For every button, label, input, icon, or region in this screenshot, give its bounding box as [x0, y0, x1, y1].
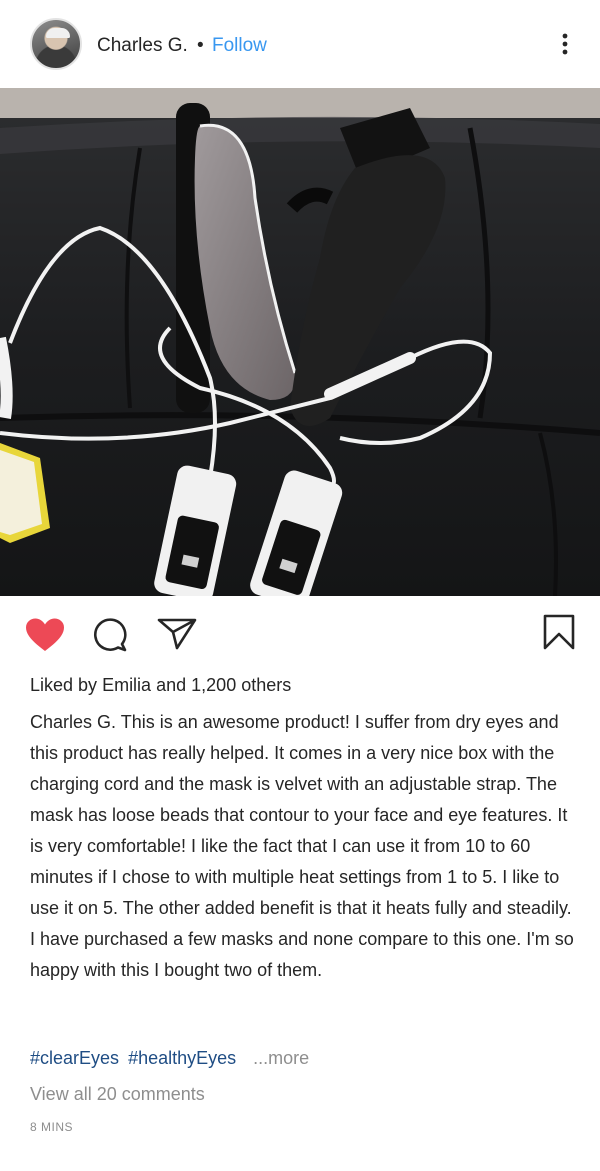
more-vertical-icon[interactable] [555, 32, 575, 56]
action-bar [0, 596, 600, 670]
post-header: Charles G. • Follow [0, 0, 600, 88]
caption-text: This is an awesome product! I suffer fro… [30, 712, 574, 980]
more-link[interactable]: ...more [253, 1048, 309, 1068]
post-photo[interactable] [0, 88, 600, 596]
follow-button[interactable]: Follow [212, 35, 267, 57]
caption: Charles G. This is an awesome product! I… [30, 707, 575, 986]
comment-icon[interactable] [92, 618, 128, 652]
hashtag-link[interactable]: #clearEyes [30, 1048, 119, 1068]
post-card: Charles G. • Follow Liked by Emilia and … [0, 0, 600, 1171]
avatar[interactable] [30, 18, 82, 70]
heart-filled-icon[interactable] [24, 617, 66, 653]
likes-summary: Liked by Emilia and 1,200 others [30, 675, 291, 696]
separator-dot: • [197, 35, 204, 56]
hashtags: #clearEyes #healthyEyes ...more [30, 1048, 309, 1069]
view-comments-link[interactable]: View all 20 comments [30, 1084, 205, 1105]
send-icon[interactable] [157, 617, 197, 651]
caption-author[interactable]: Charles G. [30, 712, 116, 732]
bookmark-icon[interactable] [541, 614, 577, 650]
likes-middle: and [156, 675, 187, 695]
author-name[interactable]: Charles G. [97, 35, 188, 57]
post-timestamp: 8 MINS [30, 1120, 74, 1134]
hashtag-link[interactable]: #healthyEyes [128, 1048, 236, 1068]
likes-user[interactable]: Emilia [102, 675, 151, 695]
likes-prefix: Liked by [30, 675, 98, 695]
likes-count[interactable]: 1,200 others [191, 675, 291, 695]
